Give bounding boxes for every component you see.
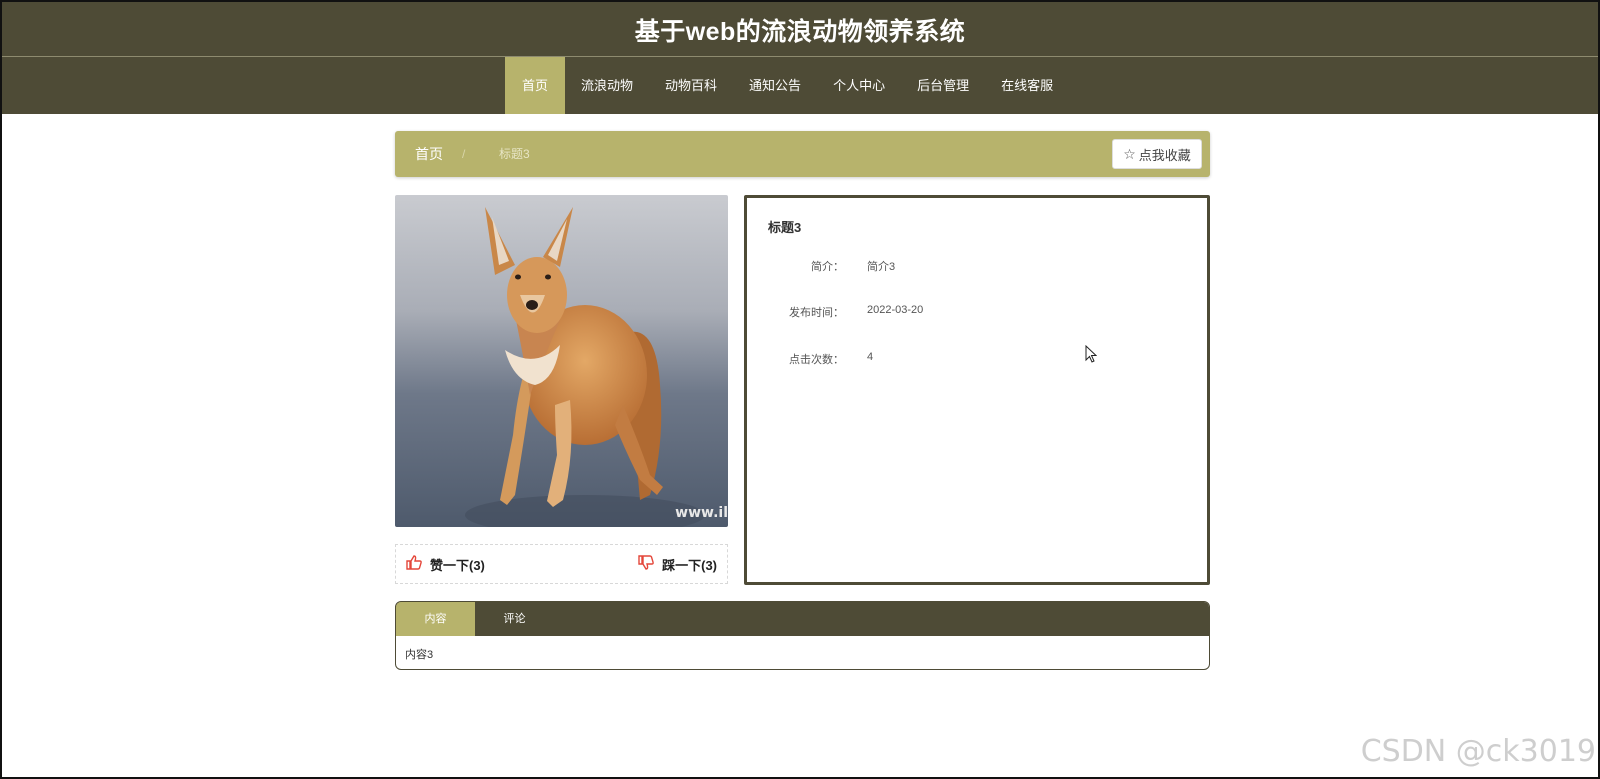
image-watermark: www.il bbox=[675, 505, 728, 521]
favorite-button-label: 点我收藏 bbox=[1138, 147, 1191, 163]
tab-comments[interactable]: 评论 bbox=[475, 602, 554, 636]
publish-time-label: 发布时间： bbox=[789, 307, 844, 319]
nav-item-admin[interactable]: 后台管理 bbox=[901, 57, 985, 114]
breadcrumb-current: 标题3 bbox=[499, 147, 530, 161]
nav-item-stray-animals[interactable]: 流浪动物 bbox=[565, 57, 649, 114]
summary-value: 简介3 bbox=[867, 261, 896, 273]
detail-title: 标题3 bbox=[768, 220, 802, 235]
favorite-button[interactable]: ☆ 点我收藏 bbox=[1112, 139, 1202, 169]
breadcrumb: 首页 / 标题3 ☆ 点我收藏 bbox=[395, 131, 1210, 177]
breadcrumb-home-link[interactable]: 首页 bbox=[415, 131, 443, 177]
summary-label: 简介： bbox=[811, 261, 844, 273]
nav-item-online-service[interactable]: 在线客服 bbox=[985, 57, 1069, 114]
dislike-label: 踩一下(3) bbox=[662, 557, 717, 573]
star-outline-icon: ☆ bbox=[1123, 145, 1136, 162]
content-tabs: 内容 评论 内容3 bbox=[395, 601, 1210, 670]
click-count-value: 4 bbox=[867, 351, 874, 363]
publish-time-value: 2022-03-20 bbox=[867, 304, 924, 316]
dislike-button[interactable]: 踩一下(3) bbox=[638, 545, 717, 583]
site-title: 基于web的流浪动物领养系统 bbox=[634, 18, 966, 46]
like-label: 赞一下(3) bbox=[430, 557, 485, 573]
nav-item-personal-center[interactable]: 个人中心 bbox=[817, 57, 901, 114]
csdn-watermark: CSDN @ck3019 bbox=[1360, 734, 1596, 769]
vote-box: 赞一下(3) 踩一下(3) bbox=[395, 544, 728, 584]
animal-photo: www.il bbox=[395, 195, 728, 527]
site-header: 基于web的流浪动物领养系统 首页 流浪动物 动物百科 通知公告 个人中心 后台… bbox=[2, 2, 1598, 114]
tab-bar: 内容 评论 bbox=[396, 602, 1209, 636]
nav-item-announcements[interactable]: 通知公告 bbox=[733, 57, 817, 114]
thumbs-down-icon bbox=[638, 555, 654, 573]
nav-item-animal-encyclopedia[interactable]: 动物百科 bbox=[649, 57, 733, 114]
thumbs-up-icon bbox=[406, 555, 422, 573]
detail-panel: 标题3 简介： 简介3 发布时间： 2022-03-20 点击次数： 4 bbox=[744, 195, 1210, 585]
main-nav: 首页 流浪动物 动物百科 通知公告 个人中心 后台管理 在线客服 bbox=[505, 57, 1069, 114]
mouse-pointer-icon bbox=[1085, 344, 1098, 368]
like-button[interactable]: 赞一下(3) bbox=[406, 545, 485, 583]
nav-item-home[interactable]: 首页 bbox=[505, 57, 566, 114]
click-count-label: 点击次数： bbox=[789, 354, 844, 366]
breadcrumb-separator: / bbox=[462, 147, 466, 161]
tab-body-text: 内容3 bbox=[405, 649, 434, 661]
tab-content[interactable]: 内容 bbox=[396, 602, 475, 636]
